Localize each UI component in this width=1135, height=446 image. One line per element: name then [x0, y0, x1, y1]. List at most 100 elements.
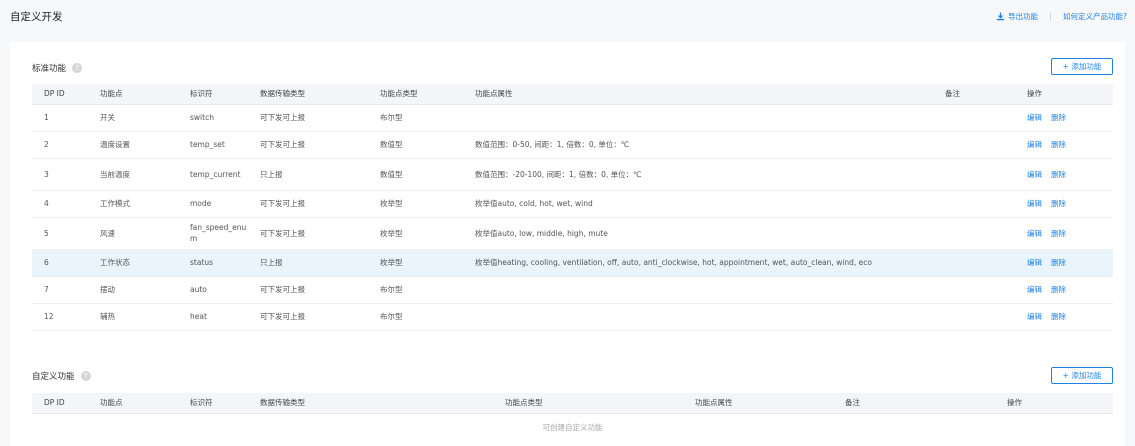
question-icon[interactable]: ? — [80, 371, 91, 381]
edit-link[interactable]: 编辑 — [1027, 140, 1042, 149]
standard-section-title: 标准功能 ? — [32, 62, 83, 74]
edit-link[interactable]: 编辑 — [1027, 312, 1042, 321]
edit-link[interactable]: 编辑 — [1027, 285, 1042, 294]
cell-attributes: 枚举值auto, cold, hot, wet, wind — [463, 190, 933, 218]
top-actions: 导出功能 如何定义产品功能? — [996, 11, 1127, 22]
cell-actions: 编辑 删除 — [1015, 158, 1113, 191]
add-standard-button[interactable]: + 添加功能 — [1051, 58, 1113, 75]
cell-actions: 编辑 删除 — [1015, 276, 1113, 304]
cell-note — [933, 104, 1015, 132]
cell-note — [933, 131, 1015, 159]
custom-header-row: DP ID 功能点 标识符 数据传输类型 功能点类型 功能点属性 备注 操作 — [32, 393, 1113, 414]
col-actions: 操作 — [1015, 84, 1113, 105]
cell-actions: 编辑 删除 — [1015, 104, 1113, 132]
cell-name: 温度设置 — [88, 131, 178, 159]
top-bar: 自定义开发 导出功能 如何定义产品功能? — [0, 0, 1135, 34]
cell-name: 摆动 — [88, 276, 178, 304]
col-dp-id: DP ID — [32, 84, 88, 105]
export-label: 导出功能 — [1008, 12, 1039, 21]
standard-title: 标准功能 — [32, 64, 67, 74]
cell-transfer-type: 可下发可上报 — [248, 131, 368, 159]
edit-link[interactable]: 编辑 — [1027, 229, 1042, 238]
question-icon[interactable]: ? — [72, 63, 83, 73]
col-identifier: 标识符 — [178, 393, 248, 414]
table-row: 12 辅热 heat 可下发可上报 布尔型 编辑 删除 — [32, 303, 1113, 331]
col-dp-type: 功能点类型 — [368, 84, 463, 105]
col-dp-id: DP ID — [32, 393, 88, 414]
cell-attributes: 枚举值heating, cooling, ventilation, off, a… — [463, 249, 933, 277]
col-dp-type: 功能点类型 — [493, 393, 683, 414]
cell-transfer-type: 可下发可上报 — [248, 104, 368, 132]
custom-title: 自定义功能 — [32, 372, 75, 382]
delete-link[interactable]: 删除 — [1051, 312, 1066, 321]
cell-attributes — [463, 303, 933, 331]
table-row: 7 摆动 auto 可下发可上报 布尔型 编辑 删除 — [32, 276, 1113, 304]
custom-empty-text: 可创建自定义功能 — [542, 423, 603, 432]
cell-name: 工作模式 — [88, 190, 178, 218]
cell-note — [933, 158, 1015, 191]
delete-link[interactable]: 删除 — [1051, 140, 1066, 149]
cell-name: 辅热 — [88, 303, 178, 331]
delete-link[interactable]: 删除 — [1051, 285, 1066, 294]
delete-link[interactable]: 删除 — [1051, 113, 1066, 122]
table-row: 5 风速 fan_speed_enum 可下发可上报 枚举型 枚举值auto, low, … — [32, 217, 1113, 250]
edit-link[interactable]: 编辑 — [1027, 258, 1042, 267]
cell-transfer-type: 可下发可上报 — [248, 303, 368, 331]
table-row: 1 开关 switch 可下发可上报 布尔型 编辑 删除 — [32, 104, 1113, 132]
download-icon — [996, 12, 1005, 21]
add-custom-button[interactable]: + 添加功能 — [1051, 367, 1113, 384]
cell-attributes: 枚举值auto, low, middle, high, mute — [463, 217, 933, 250]
cell-attributes: 数值范围：0-50, 间距：1, 倍数：0, 单位：℃ — [463, 131, 933, 159]
cell-dp-type: 布尔型 — [368, 104, 463, 132]
export-link[interactable]: 导出功能 — [996, 11, 1038, 22]
cell-dp-type: 数值型 — [368, 158, 463, 191]
cell-name: 风速 — [88, 217, 178, 250]
cell-transfer-type: 可下发可上报 — [248, 276, 368, 304]
delete-link[interactable]: 删除 — [1051, 170, 1066, 179]
cell-actions: 编辑 删除 — [1015, 190, 1113, 218]
cell-identifier: mode — [178, 190, 248, 218]
cell-dp-id: 5 — [32, 217, 88, 250]
col-attributes: 功能点属性 — [463, 84, 933, 105]
cell-identifier: temp_current — [178, 158, 248, 191]
delete-link[interactable]: 删除 — [1051, 258, 1066, 267]
cell-dp-id: 12 — [32, 303, 88, 331]
col-note: 备注 — [833, 393, 995, 414]
delete-link[interactable]: 删除 — [1051, 229, 1066, 238]
col-actions: 操作 — [995, 393, 1113, 414]
cell-dp-id: 4 — [32, 190, 88, 218]
cell-note — [933, 303, 1015, 331]
cell-actions: 编辑 删除 — [1015, 303, 1113, 331]
cell-dp-type: 布尔型 — [368, 303, 463, 331]
col-name: 功能点 — [88, 84, 178, 105]
cell-actions: 编辑 删除 — [1015, 249, 1113, 277]
cell-transfer-type: 只上报 — [248, 158, 368, 191]
edit-link[interactable]: 编辑 — [1027, 170, 1042, 179]
cell-dp-id: 7 — [32, 276, 88, 304]
col-identifier: 标识符 — [178, 84, 248, 105]
col-attributes: 功能点属性 — [683, 393, 833, 414]
cell-actions: 编辑 删除 — [1015, 217, 1113, 250]
cell-note — [933, 249, 1015, 277]
cell-name: 开关 — [88, 104, 178, 132]
table-row: 4 工作模式 mode 可下发可上报 枚举型 枚举值auto, cold, hot, we… — [32, 190, 1113, 218]
cell-identifier: auto — [178, 276, 248, 304]
cell-transfer-type: 只上报 — [248, 249, 368, 277]
cell-dp-type: 枚举型 — [368, 249, 463, 277]
col-note: 备注 — [933, 84, 1015, 105]
custom-table: DP ID 功能点 标识符 数据传输类型 功能点类型 功能点属性 备注 操作 — [32, 393, 1113, 414]
edit-link[interactable]: 编辑 — [1027, 113, 1042, 122]
cell-name: 工作状态 — [88, 249, 178, 277]
cell-identifier: fan_speed_enum — [178, 217, 248, 250]
cell-dp-id: 2 — [32, 131, 88, 159]
table-row: 2 温度设置 temp_set 可下发可上报 数值型 数值范围：0-50, 间距：1, 倍… — [32, 131, 1113, 159]
col-name: 功能点 — [88, 393, 178, 414]
help-link[interactable]: 如何定义产品功能? — [1063, 11, 1127, 22]
edit-link[interactable]: 编辑 — [1027, 199, 1042, 208]
standard-table: DP ID 功能点 标识符 数据传输类型 功能点类型 功能点属性 备注 操作 1… — [32, 84, 1113, 331]
cell-dp-type: 枚举型 — [368, 190, 463, 218]
cell-attributes: 数值范围：-20-100, 间距：1, 倍数：0, 单位：℃ — [463, 158, 933, 191]
cell-transfer-type: 可下发可上报 — [248, 217, 368, 250]
delete-link[interactable]: 删除 — [1051, 199, 1066, 208]
cell-attributes — [463, 276, 933, 304]
